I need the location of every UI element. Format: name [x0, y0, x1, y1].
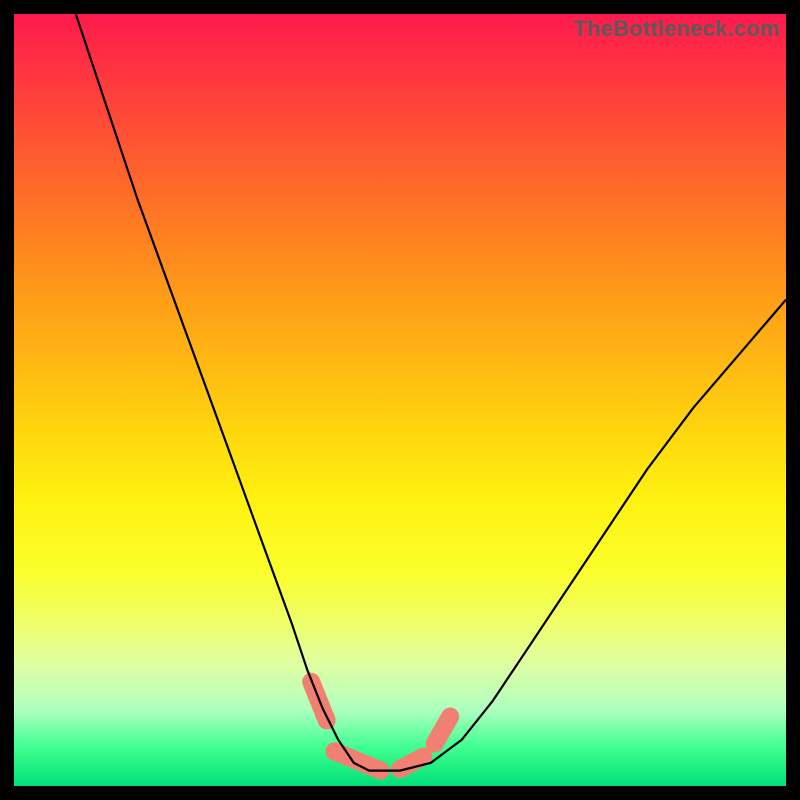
chart-frame: TheBottleneck.com: [0, 0, 800, 800]
plot-area: [14, 14, 786, 786]
watermark-text: TheBottleneck.com: [574, 16, 780, 42]
bottleneck-curve: [76, 14, 786, 771]
trough-segment: [334, 751, 380, 770]
chart-svg: [14, 14, 786, 786]
trough-segment: [435, 717, 450, 744]
